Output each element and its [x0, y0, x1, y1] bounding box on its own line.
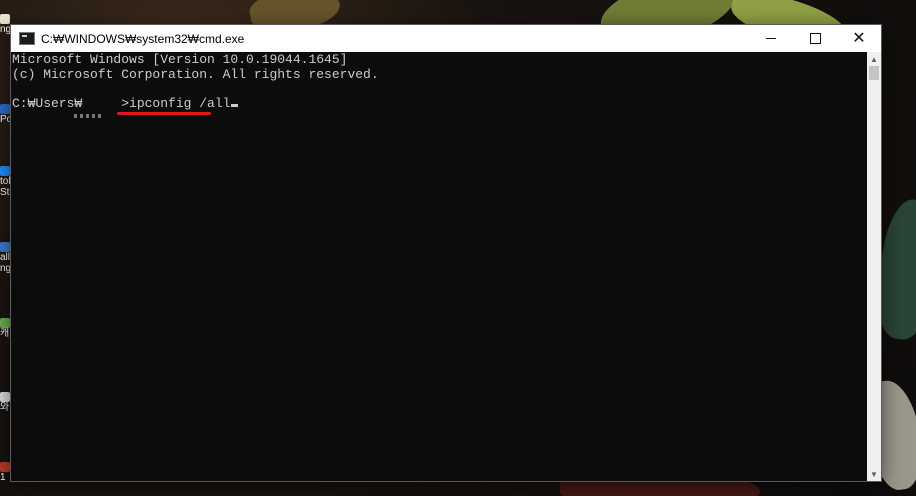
title-bar[interactable]: C:₩WINDOWS₩system32₩cmd.exe ✕ [11, 25, 881, 52]
close-icon: ✕ [852, 29, 866, 47]
minimize-button[interactable] [749, 25, 793, 52]
cmd-icon [19, 32, 35, 45]
close-button[interactable]: ✕ [837, 25, 881, 52]
maximize-button[interactable] [793, 25, 837, 52]
vertical-scrollbar[interactable]: ▲ ▼ [867, 52, 881, 481]
console-line: Microsoft Windows [Version 10.0.19044.16… [12, 52, 348, 67]
typed-command: ipconfig /all [129, 96, 231, 111]
chevron-up-icon: ▲ [870, 54, 878, 64]
app-icon [0, 462, 10, 472]
app-icon [0, 166, 10, 176]
app-icon [0, 392, 10, 402]
desktop-icon-label: ng [0, 263, 12, 274]
text-cursor [231, 104, 239, 107]
window-controls: ✕ [749, 25, 881, 52]
scroll-down-button[interactable]: ▼ [867, 467, 881, 481]
scroll-thumb[interactable] [869, 66, 879, 80]
minimize-icon [766, 38, 776, 39]
window-title: C:₩WINDOWS₩system32₩cmd.exe [41, 31, 245, 46]
app-icon [0, 104, 10, 114]
cmd-window[interactable]: C:₩WINDOWS₩system32₩cmd.exe ✕ Microsoft … [11, 25, 881, 481]
desktop-icon-label: 와 [0, 402, 10, 413]
app-icon [0, 14, 10, 24]
app-icon [0, 318, 10, 328]
desktop-icon-label: ng [0, 24, 12, 35]
command-prompt-line[interactable]: C:₩Users₩ >ipconfig /all [12, 96, 867, 111]
prompt-path: C:₩Users₩ > [12, 96, 130, 111]
desktop-icon-label: 1 [0, 472, 6, 483]
chevron-down-icon: ▼ [870, 469, 878, 479]
maximize-icon [809, 33, 821, 44]
desktop-icon-label: 캐 [0, 328, 10, 339]
redacted-username-marker [74, 114, 104, 118]
console-output[interactable]: Microsoft Windows [Version 10.0.19044.16… [11, 52, 867, 481]
app-icon [0, 242, 10, 252]
console-line: (c) Microsoft Corporation. All rights re… [12, 67, 379, 82]
scroll-up-button[interactable]: ▲ [867, 52, 881, 66]
command-highlight-underline [117, 112, 211, 115]
